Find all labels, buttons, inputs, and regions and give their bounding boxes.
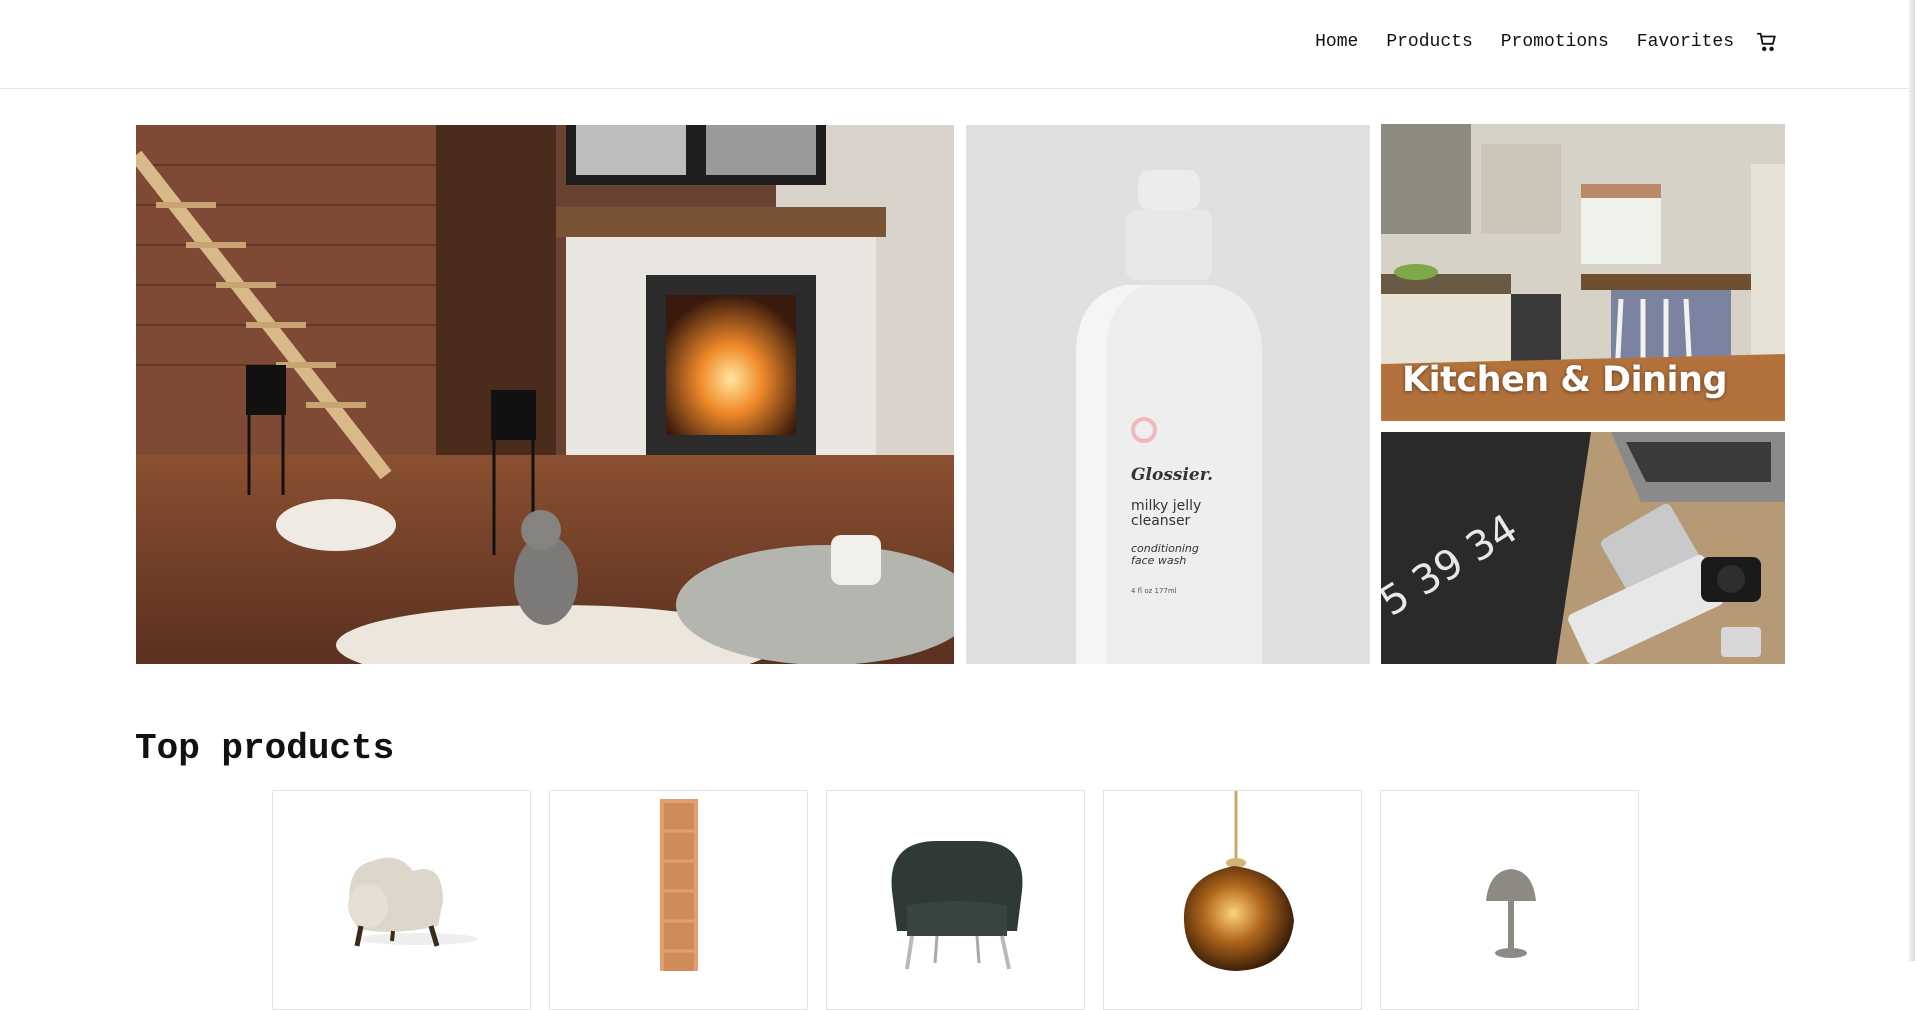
green-armchair-image [891, 841, 1023, 970]
hero-tile-skincare[interactable]: Glossier. milky jelly cleanser condition… [966, 125, 1370, 664]
nav-promotions-link[interactable]: Promotions [1487, 32, 1623, 52]
hero-tile-living-room[interactable] [136, 125, 954, 664]
main-nav: Home Products Promotions Favorites [1301, 22, 1780, 62]
hero-tile-electronics[interactable]: 5 39 34 [1381, 432, 1785, 664]
page-scrollbar[interactable] [1909, 0, 1915, 961]
fluffy-armchair-image [348, 857, 478, 947]
bottle-product-line1: milky jelly [1131, 498, 1201, 514]
nav-favorites-link[interactable]: Favorites [1623, 32, 1748, 52]
amber-pendant-lamp-image [1183, 791, 1294, 971]
bottle-brand-text: Glossier. [1131, 465, 1213, 485]
top-products-list [272, 790, 1639, 1010]
kitchen-dining-caption: Kitchen & Dining [1402, 360, 1728, 400]
nav-home-link[interactable]: Home [1301, 32, 1372, 52]
bottle-product-line2: cleanser [1131, 513, 1191, 529]
tall-bookshelf-image [660, 799, 698, 971]
product-card-tall-bookshelf[interactable] [549, 790, 808, 1010]
cart-icon[interactable] [1754, 29, 1780, 55]
product-card-fluffy-armchair[interactable] [272, 790, 531, 1010]
skincare-image: Glossier. milky jelly cleanser condition… [966, 125, 1370, 664]
product-card-mushroom-table-lamp[interactable] [1380, 790, 1639, 1010]
top-products-heading: Top products [135, 728, 395, 769]
living-room-image [136, 125, 954, 664]
mushroom-table-lamp-image [1486, 869, 1536, 958]
bottle-volume: 4 fl oz 177ml [1131, 587, 1177, 595]
product-card-green-armchair[interactable] [826, 790, 1085, 1010]
hero-tile-kitchen[interactable]: Kitchen & Dining [1381, 124, 1785, 421]
bottle-product-sub2: face wash [1131, 554, 1186, 567]
electronics-image: 5 39 34 [1381, 432, 1785, 664]
site-header: Home Products Promotions Favorites [0, 0, 1915, 89]
nav-products-link[interactable]: Products [1372, 32, 1486, 52]
product-card-amber-pendant-lamp[interactable] [1103, 790, 1362, 1010]
